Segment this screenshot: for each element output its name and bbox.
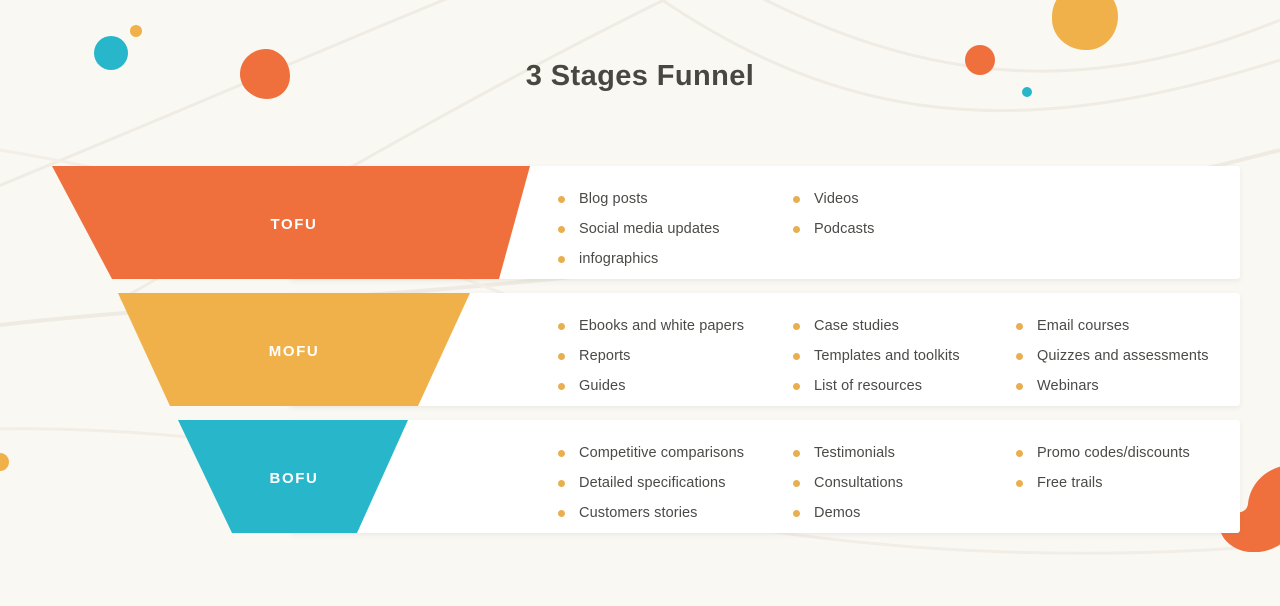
item-label: List of resources [814, 378, 923, 394]
funnel-infographic: 3 Stages Funnel TOFU Blog posts Social m… [0, 0, 1280, 606]
tofu-column-1: Blog posts Social media updates infograp… [558, 184, 720, 274]
bullet-icon [558, 352, 565, 360]
amber-blob-top-right-icon [1052, 0, 1118, 50]
list-item: Detailed specifications [558, 468, 744, 498]
bullet-icon [558, 479, 565, 487]
list-item: Social media updates [558, 214, 720, 244]
item-label: infographics [579, 251, 659, 267]
item-label: Podcasts [814, 221, 875, 237]
bullet-icon [1016, 352, 1023, 360]
bullet-icon [1016, 449, 1023, 457]
list-item: Webinars [1016, 371, 1209, 401]
funnel-stage-tofu: TOFU Blog posts Social media updates inf… [0, 166, 1280, 279]
funnel-stage-bofu: BOFU Competitive comparisons Detailed sp… [0, 420, 1280, 533]
item-label: Testimonials [814, 445, 895, 461]
list-item: Email courses [1016, 311, 1209, 341]
item-label: Promo codes/discounts [1037, 445, 1190, 461]
list-item: Consultations [793, 468, 903, 498]
bullet-icon [793, 449, 800, 457]
list-item: Promo codes/discounts [1016, 438, 1190, 468]
item-label: Webinars [1037, 378, 1099, 394]
amber-dot-top-left-icon [130, 25, 142, 37]
item-label: Free trails [1037, 475, 1103, 491]
list-item: Ebooks and white papers [558, 311, 744, 341]
item-label: Social media updates [579, 221, 720, 237]
bullet-icon [793, 382, 800, 390]
item-label: Customers stories [579, 505, 698, 521]
list-item: Podcasts [793, 214, 874, 244]
list-item: infographics [558, 244, 720, 274]
list-item: Demos [793, 498, 903, 528]
bofu-column-2: Testimonials Consultations Demos [793, 438, 903, 528]
tofu-column-2: Videos Podcasts [793, 184, 874, 244]
bullet-icon [793, 479, 800, 487]
bullet-icon [558, 225, 565, 233]
item-label: Demos [814, 505, 861, 521]
list-item: Quizzes and assessments [1016, 341, 1209, 371]
item-label: Blog posts [579, 191, 648, 207]
bullet-icon [558, 382, 565, 390]
item-label: Competitive comparisons [579, 445, 745, 461]
list-item: Reports [558, 341, 744, 371]
bullet-icon [793, 322, 800, 330]
list-item: Competitive comparisons [558, 438, 744, 468]
list-item: Videos [793, 184, 874, 214]
bullet-icon [793, 195, 800, 203]
item-label: Templates and toolkits [814, 348, 960, 364]
item-label: Videos [814, 191, 859, 207]
bullet-icon [1016, 382, 1023, 390]
bullet-icon [558, 509, 565, 517]
bullet-icon [1016, 479, 1023, 487]
item-label: Reports [579, 348, 631, 364]
bullet-icon [793, 352, 800, 360]
stage-label-bofu: BOFU [269, 470, 319, 487]
mofu-column-3: Email courses Quizzes and assessments We… [1016, 311, 1209, 401]
item-label: Email courses [1037, 318, 1130, 334]
item-label: Guides [579, 378, 626, 394]
bullet-icon [793, 509, 800, 517]
list-item: Case studies [793, 311, 960, 341]
list-item: Free trails [1016, 468, 1190, 498]
stage-label-tofu: TOFU [270, 216, 318, 233]
bullet-icon [558, 322, 565, 330]
list-item: Customers stories [558, 498, 744, 528]
list-item: List of resources [793, 371, 960, 401]
item-label: Ebooks and white papers [579, 318, 745, 334]
funnel-stage-mofu: MOFU Ebooks and white papers Reports Gui… [0, 293, 1280, 406]
bullet-icon [1016, 322, 1023, 330]
list-item: Blog posts [558, 184, 720, 214]
page-title: 3 Stages Funnel [525, 60, 755, 92]
list-item: Templates and toolkits [793, 341, 960, 371]
mofu-column-2: Case studies Templates and toolkits List… [793, 311, 960, 401]
bofu-column-1: Competitive comparisons Detailed specifi… [558, 438, 744, 528]
bullet-icon [793, 225, 800, 233]
mofu-column-1: Ebooks and white papers Reports Guides [558, 311, 744, 401]
item-label: Consultations [814, 475, 904, 491]
item-label: Case studies [814, 318, 900, 334]
list-item: Testimonials [793, 438, 903, 468]
list-item: Guides [558, 371, 744, 401]
bullet-icon [558, 255, 565, 263]
stage-label-mofu: MOFU [268, 343, 320, 360]
item-label: Quizzes and assessments [1037, 348, 1209, 364]
bofu-column-3: Promo codes/discounts Free trails [1016, 438, 1190, 498]
item-label: Detailed specifications [579, 475, 726, 491]
bullet-icon [558, 195, 565, 203]
bullet-icon [558, 449, 565, 457]
